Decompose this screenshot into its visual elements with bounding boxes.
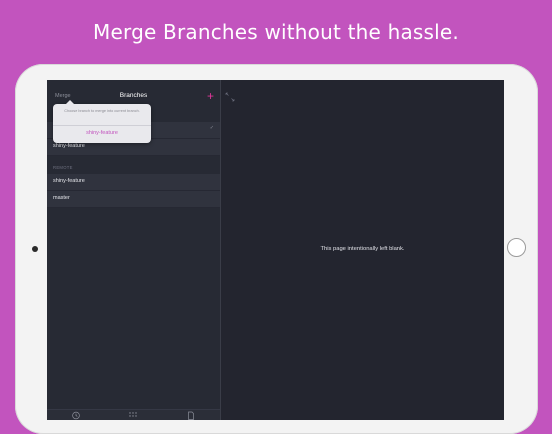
history-icon[interactable]: [71, 411, 81, 420]
add-branch-button[interactable]: +: [207, 89, 214, 103]
remote-row-master[interactable]: master: [47, 191, 220, 208]
merge-popover: Choose branch to merge into current bran…: [53, 100, 151, 143]
remote-row-shiny-feature[interactable]: shiny-feature: [47, 174, 220, 191]
document-icon[interactable]: [186, 411, 196, 420]
blank-page-message: This page intentionally left blank.: [320, 246, 405, 252]
branch-name: shiny-feature: [53, 143, 85, 149]
checkmark-icon: ✓: [209, 125, 214, 131]
popover-divider: [53, 125, 151, 126]
home-button: [507, 238, 526, 257]
ipad-screen: iPad ≈ 9:41 AM 100% Merge Branches + mas…: [47, 80, 504, 420]
detail-pane: This page intentionally left blank.: [221, 80, 504, 420]
expand-icon[interactable]: [225, 92, 235, 102]
branch-name: shiny-feature: [53, 178, 85, 184]
branch-name: master: [53, 195, 70, 201]
headline: Merge Branches without the hassle.: [93, 20, 459, 44]
branches-icon[interactable]: [128, 411, 138, 420]
popover-message: Choose branch to merge into current bran…: [64, 109, 140, 113]
nav-title: Branches: [119, 92, 148, 99]
branches-pane: Merge Branches + master ✓ shiny-feature …: [47, 80, 221, 420]
remote-section-header: REMOTE: [53, 165, 73, 170]
front-camera: [32, 246, 38, 252]
merge-option-shiny-feature[interactable]: shiny-feature: [53, 130, 151, 136]
bottom-toolbar: [47, 409, 220, 420]
